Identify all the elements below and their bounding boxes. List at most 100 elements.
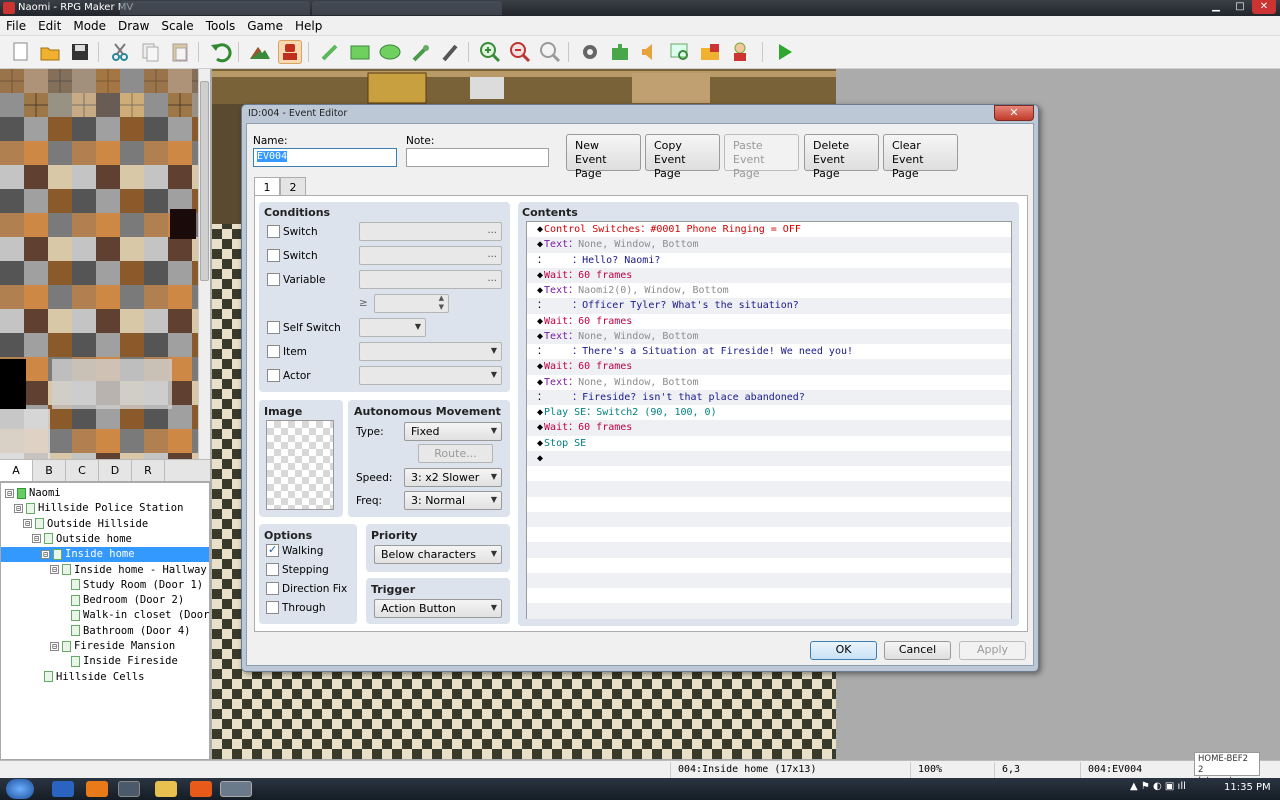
paste-icon[interactable] [168, 40, 192, 64]
variable-field[interactable]: ... [359, 270, 502, 289]
tileset-tab-c[interactable]: C [66, 460, 99, 481]
tileset-scrollbar[interactable] [198, 69, 210, 459]
empty-row[interactable] [527, 588, 1011, 603]
command-line[interactable]: ◆Wait：60 frames [527, 314, 1011, 329]
chrome-icon[interactable] [118, 781, 140, 797]
tab-page-2[interactable]: 2 [280, 177, 306, 197]
note-input[interactable] [406, 148, 549, 167]
menu-game[interactable]: Game [241, 19, 289, 33]
cancel-button[interactable]: Cancel [884, 641, 951, 660]
command-line[interactable]: ◆Control Switches：#0001 Phone Ringing = … [527, 222, 1011, 237]
delete-event-page-button[interactable]: Delete Event Page [804, 134, 879, 180]
cut-icon[interactable] [108, 40, 132, 64]
tileset-tab-a[interactable]: A [0, 460, 33, 481]
collapse-icon[interactable]: ⊟ [50, 641, 59, 651]
command-line[interactable]: ◆Wait：60 frames [527, 420, 1011, 436]
plugin-manager-icon[interactable] [608, 40, 632, 64]
resource-manager-icon[interactable] [698, 40, 722, 64]
through-checkbox[interactable] [266, 601, 279, 614]
map-tree-item[interactable]: Walk-in closet (Door 3) [71, 608, 228, 623]
copy-event-page-button[interactable]: Copy Event Page [645, 134, 720, 180]
tileset-tab-b[interactable]: B [33, 460, 66, 481]
rectangle-icon[interactable] [348, 40, 372, 64]
empty-row[interactable] [527, 558, 1011, 573]
empty-row[interactable] [527, 481, 1011, 497]
event-searcher-icon[interactable] [668, 40, 692, 64]
self-switch-checkbox[interactable] [267, 321, 280, 334]
event-mode-icon[interactable] [278, 40, 302, 64]
collapse-icon[interactable]: ⊟ [50, 565, 59, 574]
route-button[interactable]: Route... [418, 444, 493, 463]
switch2-checkbox[interactable] [267, 249, 280, 262]
tileset-scroll-thumb[interactable] [200, 81, 209, 281]
collapse-icon[interactable]: ⊟ [14, 503, 23, 513]
command-line[interactable]: ◆Text：Naomi2(0), Window, Bottom [527, 283, 1011, 298]
menu-edit[interactable]: Edit [32, 19, 67, 33]
tileset-tab-d[interactable]: D [99, 460, 132, 481]
item-dropdown[interactable]: ▼ [359, 342, 502, 361]
menu-draw[interactable]: Draw [112, 19, 155, 33]
switch2-field[interactable]: ... [359, 246, 502, 265]
collapse-icon[interactable]: ⊟ [41, 549, 50, 559]
map-tree-item[interactable]: Study Room (Door 1) [71, 578, 203, 593]
ellipse-icon[interactable] [378, 40, 402, 64]
map-tree-item[interactable]: ⊟ Outside Hillside [23, 517, 148, 532]
priority-dropdown[interactable]: Below characters ▼ [374, 545, 502, 564]
variable-checkbox[interactable] [267, 273, 280, 286]
empty-row[interactable] [527, 527, 1011, 542]
command-line[interactable]: ◆Text：None, Window, Bottom [527, 375, 1011, 390]
ie-icon[interactable] [52, 781, 74, 797]
actor-dropdown[interactable]: ▼ [359, 366, 502, 385]
menu-tools[interactable]: Tools [200, 19, 242, 33]
event-image-picker[interactable] [266, 420, 334, 510]
empty-row[interactable] [527, 497, 1011, 512]
command-line[interactable]: ◆Wait：60 frames [527, 267, 1011, 284]
movement-speed-dropdown[interactable]: 3: x2 Slower ▼ [404, 468, 502, 487]
zoom-in-icon[interactable] [478, 40, 502, 64]
paste-event-page-button[interactable]: Paste Event Page [724, 134, 799, 180]
save-project-icon[interactable] [68, 40, 92, 64]
clock[interactable]: 11:35 PM [1224, 782, 1271, 793]
tileset-tab-r[interactable]: R [132, 460, 165, 481]
command-line[interactable]: ： ：Officer Tyler? What's the situation? [527, 298, 1011, 314]
collapse-icon[interactable]: ⊟ [5, 488, 14, 498]
sound-test-icon[interactable] [638, 40, 662, 64]
menu-mode[interactable]: Mode [67, 19, 112, 33]
self-switch-dropdown[interactable]: ▼ [359, 318, 426, 337]
menu-file[interactable]: File [0, 19, 32, 33]
close-window-icon[interactable]: ✕ [1252, 0, 1276, 14]
map-tree-item[interactable]: Hillside Cells [44, 670, 145, 685]
open-project-icon[interactable] [38, 40, 62, 64]
empty-row[interactable] [527, 466, 1011, 481]
variable-value-spinner[interactable]: ▲ ▼ [374, 294, 449, 313]
switch1-checkbox[interactable] [267, 225, 280, 238]
media-player-icon[interactable] [86, 781, 108, 797]
map-tree-item[interactable]: ⊟ Inside home [1, 547, 209, 563]
empty-row[interactable] [527, 511, 1011, 528]
undo-icon[interactable] [208, 40, 232, 64]
map-tree-item[interactable]: ⊟ Hillside Police Station [14, 501, 183, 516]
firefox-icon[interactable] [190, 781, 212, 797]
menu-help[interactable]: Help [289, 19, 328, 33]
map-tree-item[interactable]: Inside Fireside [71, 654, 178, 669]
movement-type-dropdown[interactable]: Fixed ▼ [404, 422, 502, 441]
background-tab[interactable] [312, 1, 502, 15]
rpgmaker-task-icon[interactable] [220, 781, 252, 797]
character-generator-icon[interactable] [728, 40, 752, 64]
shadow-pen-icon[interactable] [438, 40, 462, 64]
pencil-icon[interactable] [318, 40, 342, 64]
dialog-close-button[interactable]: ✕ [994, 105, 1034, 121]
start-button[interactable] [6, 779, 34, 799]
switch1-field[interactable]: ... [359, 222, 502, 241]
ok-button[interactable]: OK [810, 641, 877, 660]
empty-row[interactable] [527, 542, 1011, 558]
command-line[interactable]: ： ：Hello? Naomi? [527, 253, 1011, 268]
menu-scale[interactable]: Scale [155, 19, 199, 33]
command-line[interactable]: ◆Wait：60 frames [527, 359, 1011, 375]
map-tree-item[interactable]: Bathroom (Door 4) [71, 624, 190, 639]
item-checkbox[interactable] [267, 345, 280, 358]
movement-freq-dropdown[interactable]: 3: Normal ▼ [404, 491, 502, 510]
flood-fill-icon[interactable] [408, 40, 432, 64]
map-tree-item[interactable]: ⊟ Naomi [5, 486, 61, 501]
map-tree-item[interactable]: ⊟ Outside home [32, 532, 132, 547]
